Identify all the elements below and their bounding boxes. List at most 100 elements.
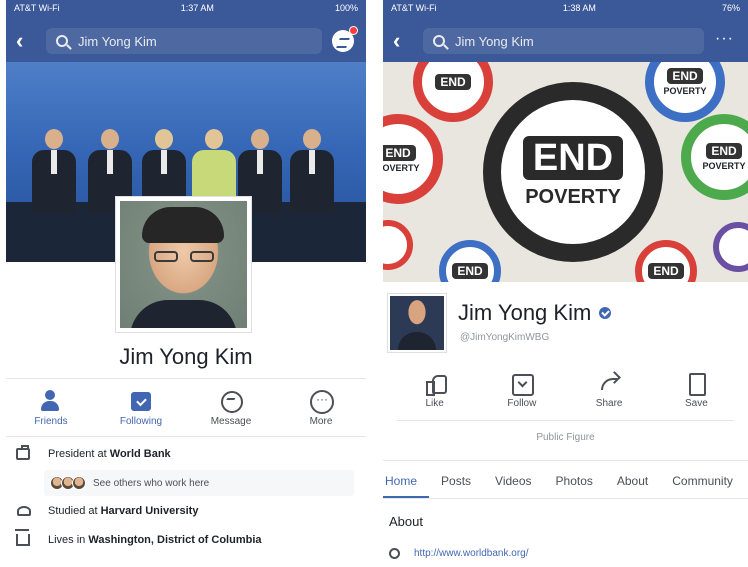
edu-place: Harvard University (100, 505, 199, 517)
house-icon (15, 529, 30, 546)
carrier-label: AT&T Wi-Fi (391, 3, 437, 13)
cover-person (32, 129, 76, 214)
end-poverty-badge: END (635, 240, 697, 282)
end-poverty-badge: ENDPOVERTY (681, 114, 748, 200)
share-icon (598, 372, 620, 394)
website-link[interactable]: http://www.worldbank.org/ (389, 548, 529, 559)
home-place: Washington, District of Columbia (88, 534, 262, 546)
tab-home[interactable]: Home (383, 466, 430, 498)
colleagues-link[interactable]: See others who work here (44, 470, 354, 496)
end-poverty-badge: END (439, 240, 501, 282)
more-button[interactable]: More (281, 390, 361, 427)
home-info[interactable]: Lives in Washington, District of Columbi… (15, 529, 356, 546)
back-arrow-icon[interactable]: ‹ (16, 30, 23, 52)
end-poverty-badge (383, 220, 413, 270)
messenger-icon (220, 390, 243, 413)
divider (397, 420, 734, 421)
divider (383, 498, 748, 499)
colleague-avatars (50, 476, 86, 490)
page-actions: Like Follow Share Save (383, 372, 748, 409)
profile-name: Jim Yong Kim (119, 344, 253, 369)
globe-icon (389, 548, 400, 559)
profile-picture[interactable] (116, 197, 251, 332)
home-prefix: Lives in (48, 534, 86, 546)
edu-prefix: Studied at (48, 505, 98, 517)
search-bar[interactable]: Jim Yong Kim (423, 28, 704, 54)
divider (383, 460, 748, 461)
follow-icon (511, 372, 534, 396)
end-poverty-badge: ENDPOVERTY (645, 62, 725, 122)
end-poverty-badge: ENDPOVERTY (383, 114, 443, 204)
divider (6, 436, 366, 437)
work-info[interactable]: President at World Bank (16, 445, 356, 460)
end-poverty-badge (713, 222, 748, 272)
end-word: END (522, 135, 624, 180)
like-button[interactable]: Like (400, 372, 470, 409)
tab-about[interactable]: About (605, 466, 660, 498)
profile-photo (120, 201, 247, 328)
search-query: Jim Yong Kim (78, 33, 157, 49)
graduation-cap-icon (16, 505, 31, 517)
notification-badge (349, 26, 358, 35)
page-name-text: Jim Yong Kim (458, 300, 592, 325)
end-poverty-badge: END (413, 62, 493, 122)
profile-photo (390, 296, 444, 350)
top-navigation-bar: AT&T Wi-Fi 1:37 AM 100% ‹ Jim Yong Kim (6, 0, 366, 62)
action-label: More (309, 416, 333, 427)
tab-community[interactable]: Community (660, 466, 745, 498)
verified-badge-icon (599, 307, 612, 319)
work-place: World Bank (109, 448, 171, 460)
page-tabs: Home Posts Videos Photos About Community (383, 466, 748, 498)
following-button[interactable]: Following (101, 390, 181, 427)
friends-button[interactable]: Friends (11, 390, 91, 427)
search-bar[interactable]: Jim Yong Kim (46, 28, 322, 54)
page-screen: AT&T Wi-Fi 1:38 AM 76% ‹ Jim Yong Kim ··… (383, 0, 748, 567)
tab-photos[interactable]: Photos (544, 466, 605, 498)
education-info[interactable]: Studied at Harvard University (16, 505, 356, 517)
add-friend-icon (40, 390, 62, 412)
more-icon (310, 390, 334, 414)
action-label: Friends (34, 416, 68, 427)
more-options-icon[interactable]: ··· (715, 31, 734, 47)
work-prefix: President at (48, 448, 107, 460)
briefcase-icon (16, 445, 30, 460)
search-query: Jim Yong Kim (455, 33, 534, 49)
following-icon (130, 390, 152, 412)
action-label: Like (425, 398, 444, 409)
share-button[interactable]: Share (574, 372, 644, 409)
glasses (154, 251, 214, 263)
poverty-word: POVERTY (525, 185, 621, 208)
battery-level: 100% (334, 3, 358, 13)
follow-button[interactable]: Follow (487, 372, 557, 409)
profile-screen: AT&T Wi-Fi 1:37 AM 100% ‹ Jim Yong Kim J… (6, 0, 366, 567)
like-icon (424, 372, 447, 396)
save-button[interactable]: Save (661, 372, 731, 409)
cover-person (290, 129, 334, 214)
search-icon (433, 35, 445, 47)
page-category: Public Figure (536, 432, 595, 443)
carrier-label: AT&T Wi-Fi (14, 3, 60, 13)
action-label: Message (210, 416, 252, 427)
back-arrow-icon[interactable]: ‹ (393, 30, 400, 52)
status-bar: AT&T Wi-Fi 1:38 AM 76% (391, 3, 740, 17)
tab-videos[interactable]: Videos (483, 466, 543, 498)
about-heading: About (389, 514, 423, 529)
end-poverty-logo: END POVERTY (483, 82, 663, 262)
page-name: Jim Yong Kim (458, 300, 612, 326)
tab-posts[interactable]: Posts (429, 466, 483, 498)
message-button[interactable]: Message (191, 390, 271, 427)
top-navigation-bar: AT&T Wi-Fi 1:38 AM 76% ‹ Jim Yong Kim ··… (383, 0, 748, 62)
action-label: Following (119, 416, 163, 427)
action-label: Follow (507, 398, 537, 409)
clock: 1:37 AM (180, 3, 214, 13)
search-icon (56, 35, 68, 47)
divider (6, 378, 366, 379)
profile-actions: Friends Following Message More (6, 390, 366, 427)
page-profile-picture[interactable] (388, 294, 446, 352)
cover-photo[interactable]: END ENDPOVERTY ENDPOVERTY ENDPOVERTY END… (383, 62, 748, 282)
action-label: Share (595, 398, 623, 409)
colleagues-text: See others who work here (93, 477, 210, 489)
battery-level: 76% (721, 3, 740, 13)
page-username: @JimYongKimWBG (460, 332, 550, 343)
save-icon (685, 372, 707, 396)
